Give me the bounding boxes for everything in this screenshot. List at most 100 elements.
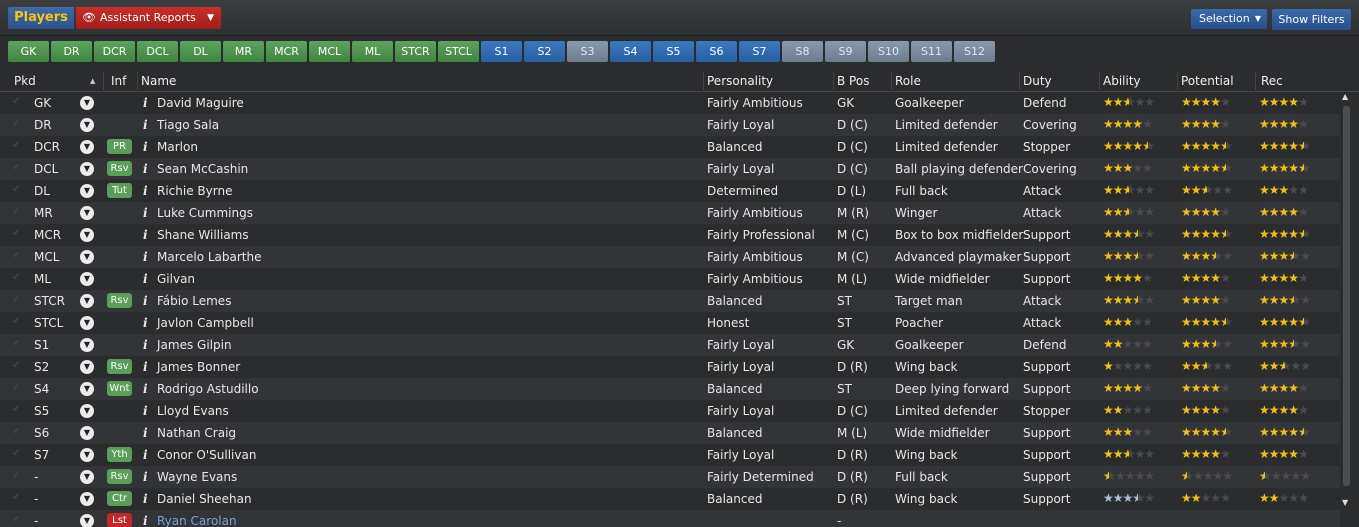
chevron-down-icon[interactable]: ▼: [80, 426, 94, 440]
chevron-down-icon[interactable]: ▼: [80, 382, 94, 396]
position-button-s12[interactable]: S12: [954, 41, 995, 62]
player-name[interactable]: Lloyd Evans: [157, 404, 229, 418]
player-name[interactable]: Javlon Campbell: [157, 316, 254, 330]
player-name[interactable]: Sean McCashin: [157, 162, 248, 176]
pick-check-icon[interactable]: ✔: [12, 118, 20, 129]
table-row[interactable]: ✔ S7 ▼ Yth i Conor O'Sullivan Fairly Loyal D (R…: [0, 444, 1340, 466]
pick-check-icon[interactable]: ✔: [12, 514, 20, 525]
pick-check-icon[interactable]: ✔: [12, 448, 20, 459]
chevron-down-icon[interactable]: ▼: [80, 316, 94, 330]
table-row[interactable]: ✔ - ▼ Ctr i Daniel Sheehan Balanced D (R) Wing b…: [0, 488, 1340, 510]
pick-check-icon[interactable]: ✔: [12, 96, 20, 107]
table-row[interactable]: ✔ DCL ▼ Rsv i Sean McCashin Fairly Loyal D (C) B…: [0, 158, 1340, 180]
col-name[interactable]: Name: [141, 74, 176, 88]
player-name[interactable]: Richie Byrne: [157, 184, 232, 198]
position-button-mcr[interactable]: MCR: [266, 41, 307, 62]
table-row[interactable]: ✔ DL ▼ Tut i Richie Byrne Determined D (L) Full …: [0, 180, 1340, 202]
position-button-gk[interactable]: GK: [8, 41, 49, 62]
chevron-down-icon[interactable]: ▼: [80, 228, 94, 242]
info-icon[interactable]: i: [143, 228, 148, 242]
chevron-down-icon[interactable]: ▼: [80, 448, 94, 462]
col-bpos[interactable]: B Pos: [837, 74, 869, 88]
table-row[interactable]: ✔ - ▼ Lst i Ryan Carolan -: [0, 510, 1340, 527]
player-name[interactable]: Daniel Sheehan: [157, 492, 252, 506]
scroll-up-icon[interactable]: ▲: [1342, 92, 1348, 101]
player-name[interactable]: Rodrigo Astudillo: [157, 382, 259, 396]
info-icon[interactable]: i: [143, 96, 148, 110]
col-ability[interactable]: Ability: [1103, 74, 1141, 88]
chevron-down-icon[interactable]: ▼: [80, 162, 94, 176]
position-button-s10[interactable]: S10: [868, 41, 909, 62]
position-button-s2[interactable]: S2: [524, 41, 565, 62]
chevron-down-icon[interactable]: ▼: [80, 404, 94, 418]
player-name[interactable]: Wayne Evans: [157, 470, 237, 484]
position-button-stcr[interactable]: STCR: [395, 41, 436, 62]
table-row[interactable]: ✔ S1 ▼ i James Gilpin Fairly Loyal GK Goalkeepe…: [0, 334, 1340, 356]
table-row[interactable]: ✔ ML ▼ i Gilvan Fairly Ambitious M (L) Wide mid…: [0, 268, 1340, 290]
info-icon[interactable]: i: [143, 140, 148, 154]
scroll-down-icon[interactable]: ▼: [1342, 498, 1348, 507]
table-row[interactable]: ✔ MR ▼ i Luke Cummings Fairly Ambitious M (R) W…: [0, 202, 1340, 224]
position-button-dcl[interactable]: DCL: [137, 41, 178, 62]
players-tab[interactable]: Players: [8, 7, 74, 29]
position-button-ml[interactable]: ML: [352, 41, 393, 62]
pick-check-icon[interactable]: ✔: [12, 184, 20, 195]
player-name[interactable]: David Maguire: [157, 96, 244, 110]
player-name[interactable]: Fábio Lemes: [157, 294, 231, 308]
chevron-down-icon[interactable]: ▼: [80, 184, 94, 198]
pick-check-icon[interactable]: ✔: [12, 470, 20, 481]
col-potential[interactable]: Potential: [1181, 74, 1234, 88]
position-button-dr[interactable]: DR: [51, 41, 92, 62]
scroll-thumb[interactable]: [1343, 106, 1350, 486]
player-name[interactable]: James Bonner: [157, 360, 240, 374]
table-row[interactable]: ✔ MCL ▼ i Marcelo Labarthe Fairly Ambitious M …: [0, 246, 1340, 268]
pick-check-icon[interactable]: ✔: [12, 228, 20, 239]
position-button-mcl[interactable]: MCL: [309, 41, 350, 62]
position-button-s11[interactable]: S11: [911, 41, 952, 62]
position-button-s9[interactable]: S9: [825, 41, 866, 62]
pick-check-icon[interactable]: ✔: [12, 162, 20, 173]
position-button-dcr[interactable]: DCR: [94, 41, 135, 62]
table-row[interactable]: ✔ GK ▼ i David Maguire Fairly Ambitious GK Goal…: [0, 92, 1340, 114]
info-icon[interactable]: i: [143, 426, 148, 440]
chevron-down-icon[interactable]: ▼: [80, 338, 94, 352]
pick-check-icon[interactable]: ✔: [12, 404, 20, 415]
pick-check-icon[interactable]: ✔: [12, 360, 20, 371]
info-icon[interactable]: i: [143, 250, 148, 264]
assistant-reports-tab[interactable]: 👁 Assistant Reports ▼: [76, 7, 221, 29]
pick-check-icon[interactable]: ✔: [12, 426, 20, 437]
position-button-s5[interactable]: S5: [653, 41, 694, 62]
table-row[interactable]: ✔ - ▼ Rsv i Wayne Evans Fairly Determined D (R)…: [0, 466, 1340, 488]
col-role[interactable]: Role: [895, 74, 921, 88]
info-icon[interactable]: i: [143, 382, 148, 396]
table-row[interactable]: ✔ MCR ▼ i Shane Williams Fairly Professional M…: [0, 224, 1340, 246]
pick-check-icon[interactable]: ✔: [12, 492, 20, 503]
table-row[interactable]: ✔ DCR ▼ PR i Marlon Balanced D (C) Limited defen…: [0, 136, 1340, 158]
position-button-s6[interactable]: S6: [696, 41, 737, 62]
pick-check-icon[interactable]: ✔: [12, 250, 20, 261]
player-name[interactable]: Marlon: [157, 140, 198, 154]
chevron-down-icon[interactable]: ▼: [80, 250, 94, 264]
position-button-dl[interactable]: DL: [180, 41, 221, 62]
pick-check-icon[interactable]: ✔: [12, 272, 20, 283]
chevron-down-icon[interactable]: ▼: [80, 118, 94, 132]
info-icon[interactable]: i: [143, 206, 148, 220]
show-filters-button[interactable]: Show Filters: [1272, 9, 1351, 30]
table-row[interactable]: ✔ S5 ▼ i Lloyd Evans Fairly Loyal D (C) Limited…: [0, 400, 1340, 422]
pick-check-icon[interactable]: ✔: [12, 206, 20, 217]
player-name[interactable]: Ryan Carolan: [157, 514, 237, 527]
position-button-stcl[interactable]: STCL: [438, 41, 479, 62]
chevron-down-icon[interactable]: ▼: [80, 206, 94, 220]
info-icon[interactable]: i: [143, 184, 148, 198]
col-inf[interactable]: Inf: [111, 74, 126, 88]
position-button-s8[interactable]: S8: [782, 41, 823, 62]
chevron-down-icon[interactable]: ▼: [80, 360, 94, 374]
player-name[interactable]: Tiago Sala: [157, 118, 219, 132]
chevron-down-icon[interactable]: ▼: [80, 140, 94, 154]
chevron-down-icon[interactable]: ▼: [80, 492, 94, 506]
table-row[interactable]: ✔ DR ▼ i Tiago Sala Fairly Loyal D (C) Limited …: [0, 114, 1340, 136]
col-duty[interactable]: Duty: [1023, 74, 1052, 88]
pick-check-icon[interactable]: ✔: [12, 382, 20, 393]
info-icon[interactable]: i: [143, 162, 148, 176]
player-name[interactable]: Luke Cummings: [157, 206, 253, 220]
